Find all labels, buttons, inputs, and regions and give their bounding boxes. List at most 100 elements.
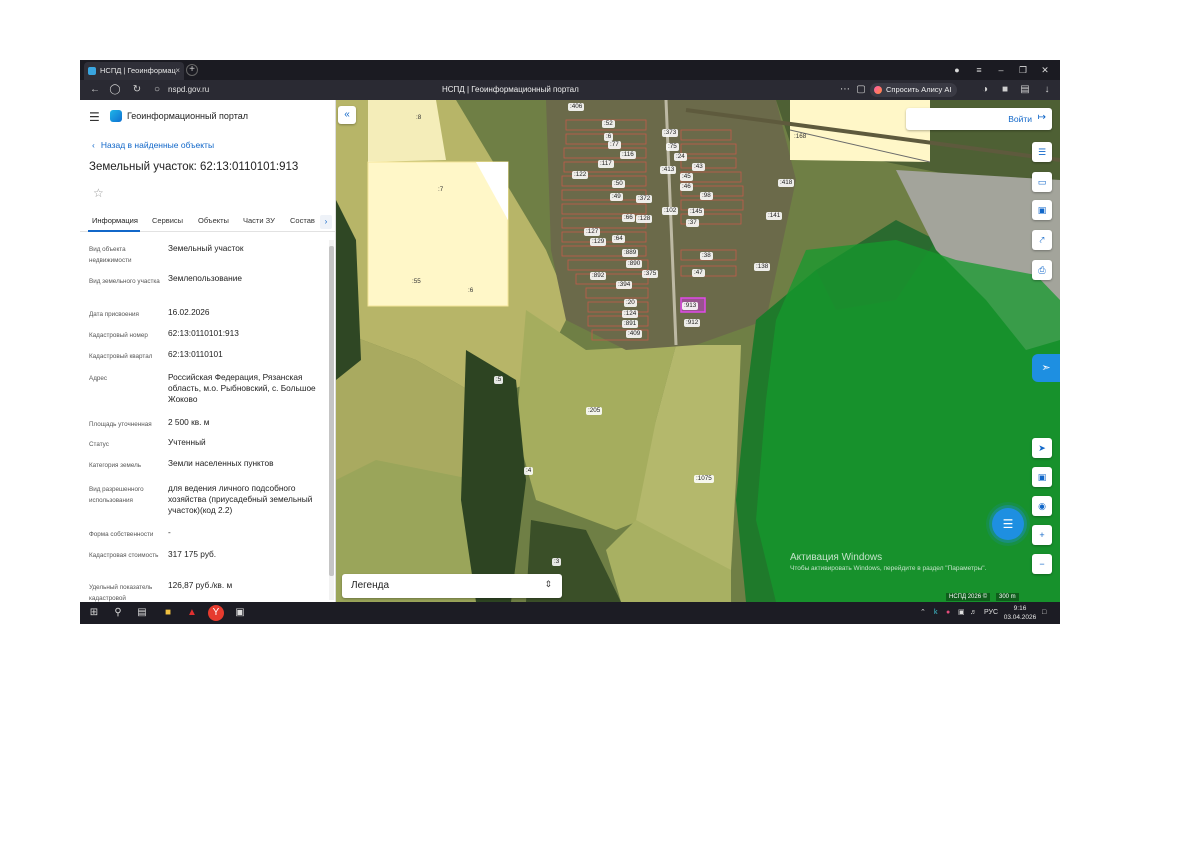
alisa-button[interactable]: Спросить Алису AI bbox=[870, 83, 958, 97]
ruler-icon[interactable]: ▭ bbox=[1032, 172, 1052, 192]
parcel-label[interactable]: :913 bbox=[682, 302, 699, 310]
parcel-label[interactable]: :406 bbox=[568, 103, 585, 111]
legend-dropdown[interactable]: Легенда ⇕ bbox=[342, 574, 562, 598]
collapse-panel-button[interactable]: « bbox=[338, 106, 356, 124]
parcel-label[interactable]: :889 bbox=[622, 249, 639, 257]
yandex-icon[interactable]: ◯ bbox=[106, 80, 124, 100]
vpn-icon[interactable]: ■ bbox=[996, 80, 1014, 100]
parcel-label[interactable]: :66 bbox=[622, 214, 635, 222]
parcel-label[interactable]: :373 bbox=[662, 129, 679, 137]
parcel-label[interactable]: :50 bbox=[612, 180, 625, 188]
parcel-label[interactable]: :418 bbox=[778, 179, 795, 187]
parcel-label[interactable]: :145 bbox=[688, 208, 705, 216]
parcel-label[interactable]: :413 bbox=[660, 166, 677, 174]
parcel-label[interactable]: :117 bbox=[598, 160, 614, 168]
parcel-label[interactable]: :128 bbox=[636, 215, 653, 223]
parcel-label[interactable]: :75 bbox=[666, 143, 679, 151]
parcel-label[interactable]: :1075 bbox=[694, 475, 714, 483]
chat-icon[interactable]: ☰ bbox=[992, 508, 1024, 540]
tray-chevron-icon[interactable]: ⌃ bbox=[920, 602, 926, 624]
notifications-icon[interactable]: □ bbox=[1042, 602, 1046, 624]
search-icon[interactable]: ⚲ bbox=[110, 605, 126, 621]
extensions-icon[interactable]: ◑ bbox=[976, 80, 994, 100]
parcel-label[interactable]: :3 bbox=[552, 558, 562, 566]
parcel-label[interactable]: :64 bbox=[612, 235, 625, 243]
close-window-icon[interactable]: ✕ bbox=[1034, 60, 1056, 80]
zoom-out-button[interactable]: − bbox=[1032, 554, 1052, 574]
parcel-label[interactable]: :4 bbox=[524, 467, 534, 475]
parcel-label[interactable]: :55 bbox=[410, 278, 423, 286]
parcel-label[interactable]: :46 bbox=[680, 183, 693, 191]
parcel-label[interactable]: :129 bbox=[590, 238, 607, 246]
parcel-label[interactable]: :5 bbox=[494, 376, 504, 384]
minimap-icon[interactable]: ▣ bbox=[1032, 467, 1052, 487]
new-tab-button[interactable]: + bbox=[186, 64, 198, 76]
parcel-label[interactable]: :168 bbox=[792, 133, 808, 141]
network-icon[interactable]: ▣ bbox=[958, 602, 965, 624]
parcel-label[interactable]: :409 bbox=[626, 330, 643, 338]
favorite-star-icon[interactable]: ☆ bbox=[93, 186, 104, 200]
parcel-label[interactable]: :49 bbox=[610, 193, 623, 201]
parcel-label[interactable]: :138 bbox=[754, 263, 771, 271]
parcel-label[interactable]: :890 bbox=[626, 260, 643, 268]
profile-icon[interactable]: ● bbox=[946, 60, 968, 80]
parcel-label[interactable]: :43 bbox=[692, 163, 705, 171]
parcel-label[interactable]: :45 bbox=[680, 173, 693, 181]
parcel-label[interactable]: :912 bbox=[684, 319, 701, 327]
parcel-label[interactable]: :7 bbox=[436, 186, 445, 194]
browser-tab[interactable]: НСПД | Геоинформац × bbox=[84, 62, 184, 80]
parcel-label[interactable]: :47 bbox=[692, 269, 705, 277]
kaspersky-icon[interactable]: k bbox=[934, 602, 938, 624]
back-icon[interactable]: ← bbox=[86, 80, 104, 100]
tab-composition[interactable]: Состав bbox=[290, 216, 315, 225]
tab-objects[interactable]: Объекты bbox=[198, 216, 229, 225]
select-area-icon[interactable]: ▣ bbox=[1032, 200, 1052, 220]
assistant-logo-icon[interactable]: ➣ bbox=[1032, 354, 1060, 382]
parcel-label[interactable]: :116 bbox=[620, 151, 636, 159]
hamburger-icon[interactable]: ☰ bbox=[89, 110, 100, 124]
panel-scrollbar[interactable] bbox=[329, 240, 334, 600]
url-field[interactable]: nspd.gov.ru bbox=[168, 80, 209, 100]
scrollbar-thumb[interactable] bbox=[329, 246, 334, 576]
back-link[interactable]: ‹ Назад в найденные объекты bbox=[92, 140, 214, 150]
geo-icon[interactable]: ◉ bbox=[1032, 496, 1052, 516]
parcel-label[interactable]: :77 bbox=[608, 141, 621, 149]
parcel-label[interactable]: :892 bbox=[590, 272, 607, 280]
login-button[interactable]: Войти ↦ bbox=[906, 108, 1052, 130]
parcel-label[interactable]: :102 bbox=[662, 207, 679, 215]
parcel-label[interactable]: :124 bbox=[622, 310, 639, 318]
restore-icon[interactable]: ❐ bbox=[1012, 60, 1034, 80]
parcel-label[interactable]: :375 bbox=[642, 270, 659, 278]
share-icon[interactable]: ⤤ bbox=[1032, 230, 1052, 250]
yandex-browser-icon[interactable]: Y bbox=[208, 605, 224, 621]
parcel-label[interactable]: :38 bbox=[700, 252, 713, 260]
parcel-label[interactable]: :6 bbox=[466, 287, 475, 295]
language-indicator[interactable]: РУС bbox=[984, 602, 998, 624]
parcel-label[interactable]: :127 bbox=[584, 228, 601, 236]
sidebar-icon[interactable]: ▤ bbox=[1016, 80, 1034, 100]
parcel-label[interactable]: :394 bbox=[616, 281, 633, 289]
parcel-label[interactable]: :8 bbox=[414, 114, 423, 122]
volume-icon[interactable]: ♬ bbox=[970, 602, 977, 624]
parcel-label[interactable]: :122 bbox=[572, 171, 589, 179]
clock[interactable]: 9:16 03.04.2026 bbox=[1000, 604, 1040, 622]
map-view[interactable]: :406 :8 :52 :373 :6 :77 :75 :116 :24 :11… bbox=[336, 100, 1060, 602]
task-view-icon[interactable]: ▤ bbox=[134, 605, 150, 621]
tab-parts[interactable]: Части ЗУ bbox=[243, 216, 275, 225]
bookmark-icon[interactable]: ▢ bbox=[852, 80, 870, 100]
parcel-label[interactable]: :20 bbox=[624, 299, 637, 307]
print-icon[interactable]: ⎙ bbox=[1032, 260, 1052, 280]
zoom-in-button[interactable]: + bbox=[1032, 525, 1052, 545]
tab-services[interactable]: Сервисы bbox=[152, 216, 183, 225]
parcel-label[interactable]: :205 bbox=[586, 407, 603, 415]
parcel-label[interactable]: :24 bbox=[674, 153, 687, 161]
tabs-next-button[interactable]: › bbox=[320, 215, 332, 229]
download-icon[interactable]: ↓ bbox=[1038, 80, 1056, 100]
parcel-label[interactable]: :372 bbox=[636, 195, 653, 203]
app-icon[interactable]: ▣ bbox=[232, 605, 248, 621]
reload-icon[interactable]: ↻ bbox=[128, 80, 146, 100]
parcel-label[interactable]: :37 bbox=[686, 219, 699, 227]
menu-icon[interactable]: ≡ bbox=[968, 60, 990, 80]
layers-icon[interactable]: ☰ bbox=[1032, 142, 1052, 162]
parcel-label[interactable]: :141 bbox=[766, 212, 783, 220]
